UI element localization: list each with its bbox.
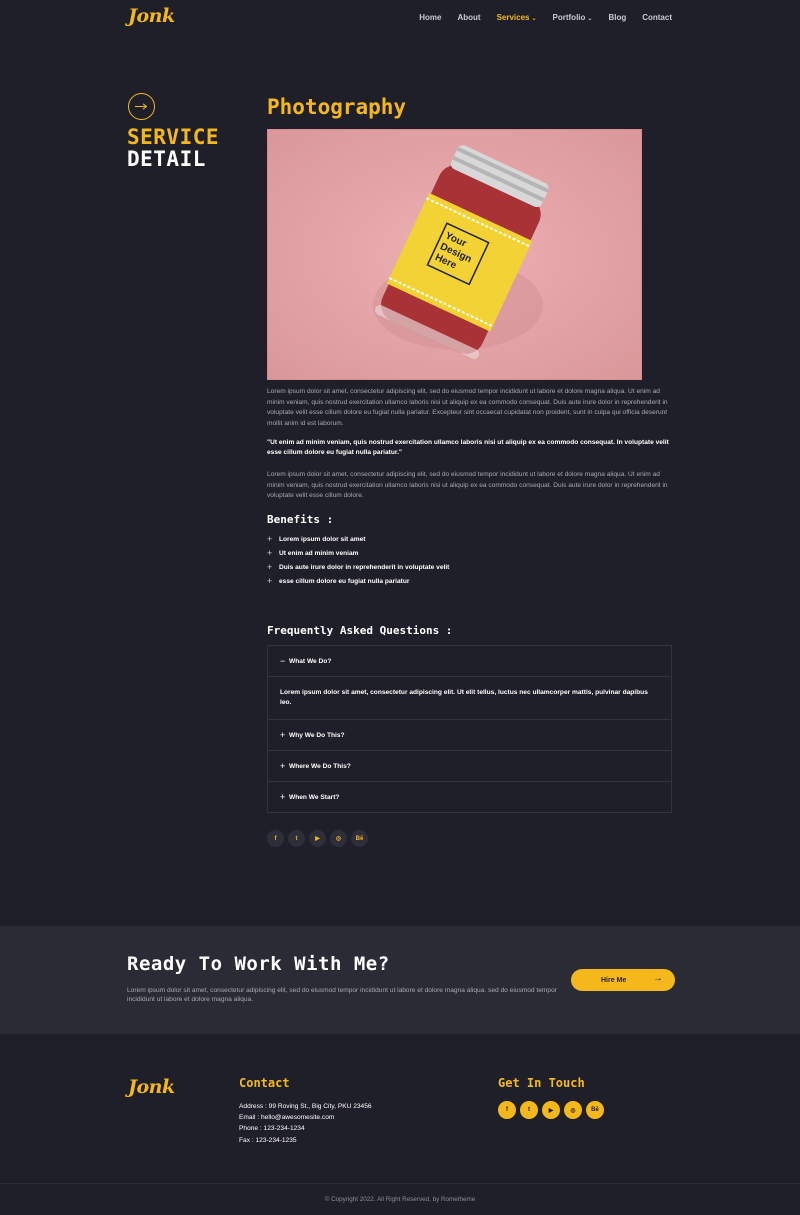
behance-icon[interactable]: Bē (586, 1101, 604, 1119)
hero-image: Your Design Here (267, 129, 642, 380)
hire-me-label: Hire Me (601, 976, 627, 984)
plus-icon: + (267, 548, 273, 558)
list-item: + Lorem ipsum dolor sit amet (267, 532, 449, 546)
page-title: Photography (267, 95, 407, 119)
footer-logo[interactable]: Jonk (128, 1076, 175, 1098)
faq-question-when[interactable]: + When We Start? (268, 782, 671, 812)
faq-question-where[interactable]: + Where We Do This? (268, 751, 671, 781)
cta-text: Lorem ipsum dolor sit amet, consectetur … (127, 987, 557, 1003)
minus-icon: − (280, 656, 286, 666)
quote-text: "Ut enim ad minim veniam, quis nostrud e… (267, 439, 669, 456)
footer-bottom: © Copyright 2022. All Right Reserved, by… (0, 1183, 800, 1215)
faq-item: + When We Start? (268, 782, 671, 812)
chevron-down-icon: ⌄ (531, 16, 537, 22)
nav-contact[interactable]: Contact (642, 13, 672, 22)
footer-contact-heading: Contact (239, 1076, 290, 1090)
plus-icon: + (267, 562, 273, 572)
faq-answer: Lorem ipsum dolor sit amet, consectetur … (268, 676, 671, 719)
cta-band: Ready To Work With Me? Lorem ipsum dolor… (0, 926, 800, 1034)
list-item: + esse cillum dolore eu fugiat nulla pari… (267, 574, 449, 588)
benefits-list: + Lorem ipsum dolor sit amet + Ut enim ad … (267, 532, 449, 588)
share-socials: f t ▶ ◎ Bē (267, 830, 368, 847)
plus-icon: + (280, 761, 286, 771)
nav-portfolio-label: Portfolio (552, 13, 586, 22)
arrow-right-icon: → (653, 973, 663, 984)
faq-item: + Where We Do This? (268, 751, 671, 782)
plus-icon: + (280, 792, 286, 802)
intro-paragraph: Lorem ipsum dolor sit amet, consectetur … (267, 388, 668, 427)
main-nav: Home About Services ⌄ Portfolio ⌄ Blog Con… (419, 13, 672, 22)
arrow-right-icon (128, 93, 155, 120)
faq-accordion: − What We Do? Lorem ipsum dolor sit amet,… (267, 645, 672, 813)
faq-item: + Why We Do This? (268, 720, 671, 751)
facebook-icon[interactable]: f (267, 830, 284, 847)
section-title: SERVICE DETAIL (127, 126, 219, 170)
nav-services-label: Services (496, 13, 530, 22)
nav-portfolio[interactable]: Portfolio ⌄ (553, 13, 593, 22)
copyright-text: © Copyright 2022. All Right Reserved, by… (324, 1196, 476, 1203)
site-logo[interactable]: Jonk (128, 5, 175, 27)
list-item: + Duis aute irure dolor in reprehenderit … (267, 560, 449, 574)
nav-home[interactable]: Home (419, 13, 441, 22)
footer-touch-heading: Get In Touch (498, 1076, 585, 1090)
plus-icon: + (280, 730, 286, 740)
faq-question-what[interactable]: − What We Do? (268, 646, 671, 676)
twitter-icon[interactable]: t (520, 1101, 538, 1119)
footer-socials: f t ▶ ◎ Bē (498, 1101, 604, 1119)
youtube-icon[interactable]: ▶ (542, 1101, 560, 1119)
dribbble-icon[interactable]: ◎ (564, 1101, 582, 1119)
benefits-heading: Benefits : (267, 513, 334, 526)
benefit-text: Duis aute irure dolor in reprehenderit i… (279, 563, 450, 571)
footer-address: Address : 99 Roving St., Big City, PKU 2… (239, 1103, 372, 1110)
facebook-icon[interactable]: f (498, 1101, 516, 1119)
chevron-down-icon: ⌄ (587, 16, 593, 22)
plus-icon: + (267, 576, 273, 586)
footer-contact-info: Address : 99 Roving St., Big City, PKU 2… (239, 1101, 372, 1146)
faq-question-why[interactable]: + Why We Do This? (268, 720, 671, 750)
section-title-line1: SERVICE (127, 125, 220, 149)
cta-title: Ready To Work With Me? (127, 953, 390, 975)
footer-email: Email : hello@awesomesite.com (239, 1114, 335, 1122)
dribbble-icon[interactable]: ◎ (330, 830, 347, 847)
nav-blog[interactable]: Blog (608, 13, 626, 22)
footer-fax: Fax : 123-234-1235 (239, 1136, 297, 1144)
list-item: + Ut enim ad minim veniam (267, 546, 449, 560)
site-header: Jonk Home About Services ⌄ Portfolio ⌄ Blo… (0, 0, 800, 40)
behance-icon[interactable]: Bē (351, 830, 368, 847)
benefit-text: esse cillum dolore eu fugiat nulla paria… (279, 577, 410, 585)
plus-icon: + (267, 534, 273, 544)
hire-me-button[interactable]: Hire Me → (571, 969, 675, 991)
faq-question-label: What We Do? (289, 657, 332, 665)
faq-question-label: When We Start? (289, 793, 340, 801)
benefit-text: Ut enim ad minim veniam (279, 549, 359, 557)
youtube-icon[interactable]: ▶ (309, 830, 326, 847)
faq-question-label: Where We Do This? (289, 762, 351, 770)
faq-item: − What We Do? Lorem ipsum dolor sit amet,… (268, 646, 671, 720)
footer-phone: Phone : 123-234-1234 (239, 1125, 305, 1133)
twitter-icon[interactable]: t (288, 830, 305, 847)
body-paragraph: Lorem ipsum dolor sit amet, consectetur … (267, 471, 668, 499)
nav-services[interactable]: Services ⌄ (497, 13, 537, 22)
faq-question-label: Why We Do This? (289, 731, 345, 739)
benefit-text: Lorem ipsum dolor sit amet (279, 535, 366, 543)
section-title-line2: DETAIL (127, 147, 206, 171)
nav-about[interactable]: About (457, 13, 480, 22)
faq-heading: Frequently Asked Questions : (267, 624, 453, 637)
